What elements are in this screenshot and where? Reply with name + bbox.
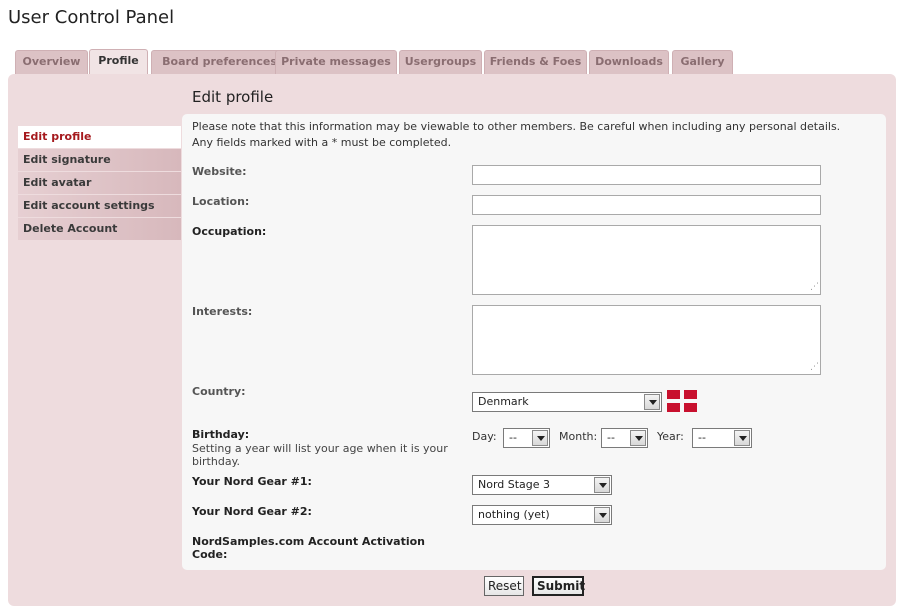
activation-code-label: NordSamples.com Account Activation Code: (192, 535, 426, 561)
section-title: Edit profile (192, 88, 274, 106)
month-label: Month: (559, 430, 598, 443)
day-select-value: -- (509, 431, 517, 444)
nord-gear-2-select[interactable]: nothing (yet) (472, 505, 612, 525)
tab-downloads[interactable]: Downloads (589, 50, 669, 74)
resize-grip-icon[interactable]: ⋰ (810, 363, 819, 372)
chevron-down-icon (644, 394, 660, 410)
country-select-value: Denmark (478, 395, 529, 408)
nord-gear-1-select[interactable]: Nord Stage 3 (472, 475, 612, 495)
location-field[interactable] (472, 195, 821, 215)
chevron-down-icon (734, 430, 750, 446)
resize-grip-icon[interactable]: ⋰ (810, 283, 819, 292)
nord-gear-1-select-value: Nord Stage 3 (478, 478, 551, 491)
tab-private-messages[interactable]: Private messages (275, 50, 397, 74)
tab-usergroups[interactable]: Usergroups (399, 50, 482, 74)
sidebar-item-delete-account[interactable]: Delete Account (18, 218, 181, 240)
year-label: Year: (657, 430, 684, 443)
year-select[interactable]: -- (692, 428, 752, 448)
day-label: Day: (472, 430, 497, 443)
tab-friends-foes[interactable]: Friends & Foes (484, 50, 587, 74)
denmark-flag-icon (667, 390, 697, 412)
interests-label: Interests: (192, 305, 253, 318)
reset-button[interactable]: Reset (484, 576, 524, 596)
notice-line-2: Any fields marked with a * must be compl… (192, 136, 452, 149)
submit-button[interactable]: Submit (532, 576, 585, 596)
website-label: Website: (192, 165, 247, 178)
chevron-down-icon (594, 507, 610, 523)
sidebar-item-edit-profile[interactable]: Edit profile (18, 126, 181, 148)
month-select-value: -- (607, 431, 615, 444)
year-select-value: -- (698, 431, 706, 444)
sidebar-nav: Edit profile Edit signature Edit avatar … (18, 126, 181, 241)
occupation-label: Occupation: (192, 225, 267, 238)
nord-gear-1-label: Your Nord Gear #1: (192, 475, 312, 488)
tab-profile[interactable]: Profile (89, 49, 148, 74)
notice-line-1: Please note that this information may be… (192, 120, 841, 133)
website-field[interactable] (472, 165, 821, 185)
chevron-down-icon (594, 477, 610, 493)
page-title: User Control Panel (8, 7, 175, 28)
day-select[interactable]: -- (503, 428, 550, 448)
interests-textarea[interactable] (472, 305, 821, 375)
tab-overview[interactable]: Overview (15, 50, 88, 74)
nord-gear-2-select-value: nothing (yet) (478, 508, 550, 521)
birthday-label: Birthday: (192, 428, 250, 441)
privacy-notice: Please note that this information may be… (192, 119, 882, 151)
location-label: Location: (192, 195, 250, 208)
tab-board-preferences[interactable]: Board preferences (151, 50, 288, 74)
sidebar-item-edit-avatar[interactable]: Edit avatar (18, 172, 181, 194)
occupation-textarea[interactable] (472, 225, 821, 295)
month-select[interactable]: -- (601, 428, 648, 448)
country-label: Country: (192, 385, 246, 398)
sidebar-item-edit-account-settings[interactable]: Edit account settings (18, 195, 181, 217)
birthday-help-text: Setting a year will list your age when i… (192, 442, 448, 468)
chevron-down-icon (630, 430, 646, 446)
tab-gallery[interactable]: Gallery (672, 50, 733, 74)
nord-gear-2-label: Your Nord Gear #2: (192, 505, 312, 518)
country-select[interactable]: Denmark (472, 392, 662, 412)
chevron-down-icon (532, 430, 548, 446)
sidebar-item-edit-signature[interactable]: Edit signature (18, 149, 181, 171)
